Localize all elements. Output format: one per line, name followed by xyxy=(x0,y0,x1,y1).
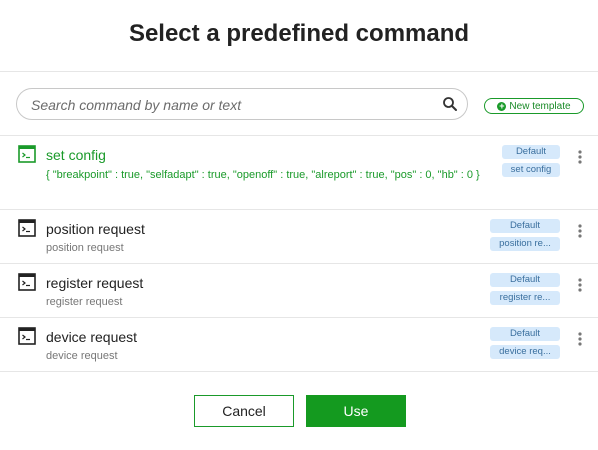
terminal-icon xyxy=(18,145,36,163)
command-name: set config xyxy=(46,147,106,163)
plus-circle-icon: + xyxy=(497,100,507,111)
command-row-device-request[interactable]: device request device request Default de… xyxy=(0,318,598,371)
name-tag: set config xyxy=(502,163,560,177)
terminal-icon xyxy=(18,219,36,237)
search-box[interactable] xyxy=(16,88,468,120)
more-vertical-icon[interactable] xyxy=(574,277,586,293)
new-template-label: New template xyxy=(509,100,571,112)
name-tag: position re... xyxy=(490,237,560,251)
terminal-icon xyxy=(18,327,36,345)
dialog-title: Select a predefined command xyxy=(128,20,470,47)
new-template-button[interactable]: + New template xyxy=(484,98,584,114)
command-text: device request xyxy=(46,350,118,362)
use-button[interactable]: Use xyxy=(306,395,406,427)
command-row-set-config[interactable]: set config { "breakpoint" : true, "selfa… xyxy=(0,136,598,209)
command-text: { "breakpoint" : true, "selfadapt" : tru… xyxy=(46,169,480,181)
name-tag: device req... xyxy=(490,345,560,359)
default-tag: Default xyxy=(490,273,560,287)
more-vertical-icon[interactable] xyxy=(574,223,586,239)
default-tag: Default xyxy=(490,327,560,341)
default-tag: Default xyxy=(490,219,560,233)
more-vertical-icon[interactable] xyxy=(574,331,586,347)
name-tag: register re... xyxy=(490,291,560,305)
command-row-position-request[interactable]: position request position request Defaul… xyxy=(0,210,598,263)
terminal-icon xyxy=(18,273,36,291)
command-name: position request xyxy=(46,221,145,237)
default-tag: Default xyxy=(502,145,560,159)
command-text: position request xyxy=(46,242,124,254)
command-text: register request xyxy=(46,296,123,308)
search-input[interactable] xyxy=(31,95,431,115)
command-name: device request xyxy=(46,329,138,345)
header-divider xyxy=(0,71,598,72)
command-name: register request xyxy=(46,275,144,291)
footer-divider xyxy=(0,371,598,372)
search-icon[interactable] xyxy=(442,96,458,112)
command-list: set config { "breakpoint" : true, "selfa… xyxy=(0,135,598,371)
command-select-dialog: Select a predefined command + New templa… xyxy=(0,0,598,450)
command-row-register-request[interactable]: register request register request Defaul… xyxy=(0,264,598,317)
more-vertical-icon[interactable] xyxy=(574,149,586,165)
cancel-button[interactable]: Cancel xyxy=(194,395,294,427)
